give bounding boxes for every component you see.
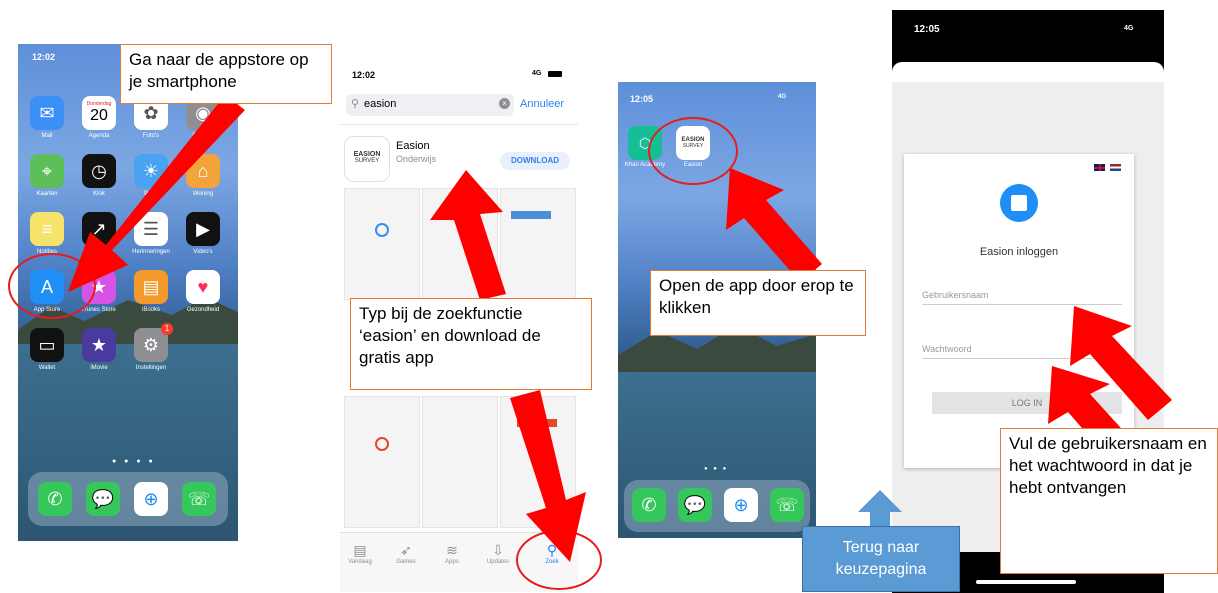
- tab-vandaag[interactable]: ▤ Vandaag: [342, 542, 378, 565]
- videos-icon[interactable]: ▶: [186, 212, 220, 246]
- app-header: [892, 62, 1164, 82]
- app-label: Mail: [41, 133, 53, 139]
- reminders-icon[interactable]: ☰: [134, 212, 168, 246]
- tab-apps[interactable]: ≋ Apps: [434, 542, 470, 565]
- search-bar[interactable]: ⚲ easion ×: [346, 94, 514, 116]
- logo-line1: EASION: [353, 151, 381, 158]
- health-heart-icon[interactable]: ♥: [186, 270, 220, 304]
- callout-step-2: Typ bij de zoekfunctie ‘easion’ en downl…: [350, 298, 592, 390]
- mail-icon[interactable]: ✉: [30, 96, 64, 130]
- app-label: iBooks: [141, 307, 160, 313]
- easion-app-logo[interactable]: EASION SURVEY: [344, 136, 390, 182]
- tab-updates[interactable]: ⇩ Updates: [480, 542, 516, 565]
- safari-icon[interactable]: ⊕: [134, 482, 168, 516]
- download-tray-icon: ⇩: [492, 542, 504, 558]
- callout-step-3: Open de app door erop te klikken: [650, 270, 866, 336]
- weather-icon[interactable]: ☀: [134, 154, 168, 188]
- cancel-button[interactable]: Annuleer: [520, 98, 564, 110]
- login-button[interactable]: LOG IN: [932, 392, 1122, 414]
- flag-uk-icon[interactable]: [1094, 164, 1105, 171]
- status-time: 12:02: [32, 52, 56, 62]
- app-screenshot: [344, 396, 420, 528]
- calendar-day: 20: [90, 107, 108, 124]
- easion-logo-icon: [1000, 184, 1038, 222]
- battery-icon: [548, 71, 562, 77]
- callout-step-1: Ga naar de appstore op je smartphone: [120, 44, 332, 104]
- highlight-ring-app-store: [8, 253, 96, 319]
- app-screenshot: [500, 396, 576, 528]
- layers-icon: ≋: [446, 542, 458, 558]
- status-signal: 4G: [1124, 25, 1134, 32]
- search-input[interactable]: easion: [364, 98, 396, 110]
- stocks-icon[interactable]: ↗: [82, 212, 116, 246]
- app-label: Foto's: [142, 133, 160, 139]
- today-icon: ▤: [353, 542, 367, 558]
- clock-icon[interactable]: ◷: [82, 154, 116, 188]
- status-signal: 4G: [532, 70, 542, 77]
- messages-icon[interactable]: 💬: [86, 482, 120, 516]
- maps-icon[interactable]: ⌖: [30, 154, 64, 188]
- notes-icon[interactable]: ≡: [30, 212, 64, 246]
- highlight-ring-search-tab: [516, 530, 602, 590]
- app-label: Wallet: [38, 365, 56, 371]
- ibooks-icon[interactable]: ▤: [134, 270, 168, 304]
- settings-gear-icon[interactable]: ⚙ 1: [134, 323, 173, 362]
- highlight-ring-easion: [648, 117, 738, 185]
- app-label: Camera: [192, 133, 214, 139]
- status-signal: 4G: [778, 94, 787, 100]
- search-icon: ⚲: [351, 98, 360, 110]
- password-field[interactable]: Wachtwoord: [922, 344, 1122, 359]
- app-label: Woning: [192, 191, 214, 197]
- status-time: 12:05: [914, 24, 940, 35]
- login-title: Easion inloggen: [979, 246, 1059, 258]
- clear-icon[interactable]: ×: [499, 98, 510, 109]
- whatsapp-icon[interactable]: ☏: [182, 482, 216, 516]
- calendar-icon[interactable]: Donderdag 20: [82, 96, 116, 130]
- safari-icon[interactable]: ⊕: [724, 488, 758, 522]
- app-screenshot: [422, 396, 498, 528]
- home-icon[interactable]: ⌂: [186, 154, 220, 188]
- page-dots: ● ● ● ●: [112, 458, 156, 465]
- status-time: 12:02: [352, 70, 376, 80]
- app-label: Video's: [193, 249, 213, 255]
- app-label: Herinneringen: [132, 249, 170, 255]
- app-screenshot: [422, 188, 498, 300]
- app-label: iMovie: [90, 365, 108, 371]
- app-label: Agenda: [88, 133, 110, 139]
- flag-nl-icon[interactable]: [1110, 164, 1121, 171]
- app-screenshot: [500, 188, 576, 300]
- tab-games[interactable]: ➶ Games: [388, 542, 424, 565]
- phone-icon[interactable]: ✆: [632, 488, 666, 522]
- back-to-choice-page-button[interactable]: Terug naar keuzepagina: [802, 526, 960, 592]
- app-label: Kaarten: [36, 191, 58, 197]
- imovie-star-icon[interactable]: ★: [82, 328, 116, 362]
- app-label: Klok: [93, 191, 105, 197]
- app-label: Instellingen: [135, 365, 167, 371]
- rocket-icon: ➶: [400, 542, 412, 558]
- notification-badge: 1: [161, 323, 173, 335]
- messages-icon[interactable]: 💬: [678, 488, 712, 522]
- app-label: Aandelen: [86, 249, 112, 255]
- page-dots: ● ● ●: [704, 466, 729, 472]
- username-field[interactable]: Gebruikersnaam: [922, 290, 1122, 305]
- home-indicator: [976, 580, 1076, 584]
- callout-step-4: Vul de gebruikersnaam en het wachtwoord …: [1000, 428, 1218, 574]
- app-screenshot: [344, 188, 420, 300]
- divider: [340, 124, 578, 125]
- app-label: Weer: [143, 191, 159, 197]
- logo-line2: SURVEY: [354, 158, 380, 164]
- app-category: Onderwijs: [396, 154, 437, 164]
- login-card: Easion inloggen Gebruikersnaam Wachtwoor…: [904, 154, 1134, 468]
- whatsapp-icon[interactable]: ☏: [770, 488, 804, 522]
- wallet-icon[interactable]: ▭: [30, 328, 64, 362]
- download-button[interactable]: DOWNLOAD: [500, 152, 570, 170]
- app-name: Easion: [396, 140, 430, 152]
- status-time: 12:05: [630, 94, 654, 104]
- phone-icon[interactable]: ✆: [38, 482, 72, 516]
- app-label: Gezondheid: [186, 307, 220, 313]
